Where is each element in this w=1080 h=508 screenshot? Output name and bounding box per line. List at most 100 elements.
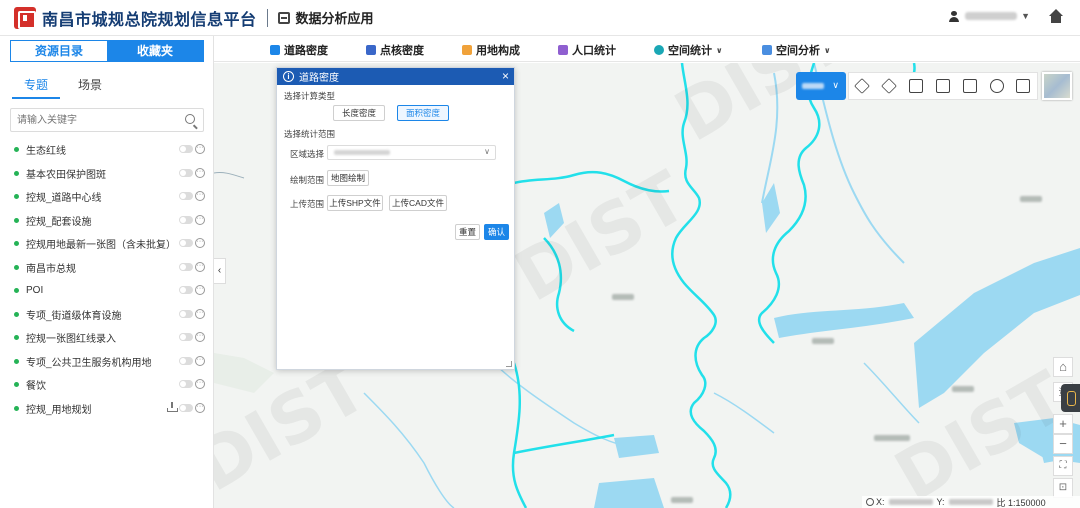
more-options-icon[interactable]: ··· (195, 402, 205, 413)
more-options-icon[interactable]: ··· (195, 261, 205, 272)
resize-handle[interactable] (506, 361, 512, 367)
more-options-icon[interactable]: ··· (195, 238, 205, 248)
coord-y-label: Y: (936, 497, 945, 507)
calc-type-label: 选择计算类型 (284, 91, 336, 101)
layer-stack-icon[interactable] (881, 78, 898, 94)
coordinate-scale-bar: X: Y: 比 1:150000 (862, 496, 1080, 508)
layer-item[interactable]: 控规_用地规划 ··· (0, 397, 214, 421)
more-options-icon[interactable]: ··· (195, 191, 205, 201)
measure-icon[interactable]: ⊡ (1053, 478, 1073, 498)
chevron-down-icon: ∨ (484, 147, 490, 156)
more-options-icon[interactable]: ··· (195, 214, 205, 225)
platform-title: 南昌市城规总院规划信息平台 (42, 11, 257, 29)
search-icon[interactable] (185, 114, 195, 124)
layer-visibility-toggle[interactable] (179, 333, 193, 341)
basemap-switcher[interactable] (1042, 72, 1072, 100)
upload-cad-button[interactable]: 上传CAD文件 (389, 195, 447, 211)
coord-y-value (948, 499, 993, 505)
length-density-button[interactable]: 长度密度 (333, 105, 385, 121)
more-options-icon[interactable]: ··· (195, 167, 205, 178)
more-options-icon[interactable]: ··· (195, 144, 205, 154)
upload-range-label: 上传范围 (290, 199, 325, 209)
toolbox-icon[interactable] (1016, 79, 1031, 93)
nav-population[interactable]: 人口统计 (558, 42, 616, 58)
layer-visibility-toggle[interactable] (179, 215, 193, 224)
fullscreen-icon[interactable]: ⛶ (1053, 456, 1073, 476)
population-icon (558, 45, 568, 55)
more-options-icon[interactable]: ··· (195, 379, 205, 389)
user-icon (949, 11, 960, 22)
layer-visibility-toggle[interactable] (179, 309, 193, 318)
confirm-button[interactable]: 确认 (484, 224, 509, 240)
upload-shp-button[interactable]: 上传SHP文件 (327, 195, 383, 211)
layer-visibility-toggle[interactable] (179, 262, 193, 271)
more-options-icon[interactable]: ··· (195, 285, 205, 295)
layer-item[interactable]: 专项_街道级体育设施 ··· (0, 303, 214, 327)
tab-favorites[interactable]: 收藏夹 (107, 41, 203, 61)
layer-item[interactable]: 南昌市总规 ··· (0, 256, 214, 280)
mouse-mode-icon[interactable] (1061, 384, 1080, 412)
layers-icon[interactable] (854, 78, 871, 94)
nav-point-density[interactable]: 点核密度 (366, 42, 424, 58)
layer-item[interactable]: 生态红线 ··· (0, 138, 214, 162)
info-icon[interactable] (989, 79, 1004, 93)
layer-item[interactable]: 控规一张图红线录入 ··· (0, 326, 214, 350)
layer-search-input[interactable] (17, 109, 177, 131)
layer-visibility-toggle[interactable] (179, 286, 193, 294)
app-name: 数据分析应用 (295, 11, 374, 26)
nav-label: 空间分析 (776, 45, 820, 57)
layer-label: 南昌市总规 (26, 263, 76, 275)
reset-button[interactable]: 重置 (455, 224, 480, 240)
layer-visibility-toggle[interactable] (179, 356, 193, 365)
nav-label: 点核密度 (380, 45, 424, 57)
layer-label: 专项_公共卫生服务机构用地 (26, 357, 152, 369)
nav-spatial-analysis[interactable]: 空间分析 ∨ (762, 42, 831, 58)
user-name-redacted (965, 12, 1018, 20)
coord-x-label: X: (876, 497, 885, 507)
more-options-icon[interactable]: ··· (195, 308, 205, 319)
chart-icon[interactable] (962, 79, 977, 93)
layer-visibility-toggle[interactable] (179, 192, 193, 200)
layer-label: 基本农田保护图斑 (26, 169, 106, 181)
split-view-icon[interactable] (909, 79, 924, 93)
layer-item[interactable]: 基本农田保护图斑 ··· (0, 162, 214, 186)
region-switch-dropdown[interactable]: ∨ (796, 72, 846, 100)
download-icon[interactable] (167, 401, 178, 412)
user-menu[interactable]: ▼ (949, 11, 1030, 22)
sidebar-collapse-button[interactable]: ‹ (214, 258, 226, 284)
layer-item[interactable]: POI ··· (0, 279, 214, 303)
zoom-in-button[interactable]: + (1053, 414, 1073, 434)
close-icon[interactable]: × (502, 69, 509, 83)
layer-item[interactable]: 控规用地最新一张图（含未批复） ··· (0, 232, 214, 256)
map-draw-button[interactable]: 地图绘制 (327, 170, 369, 186)
road-icon (270, 45, 280, 55)
layer-item[interactable]: 餐饮 ··· (0, 373, 214, 397)
subtab-topic[interactable]: 专题 (12, 76, 61, 99)
tab-resource-catalog[interactable]: 资源目录 (11, 41, 107, 61)
layer-visibility-toggle[interactable] (179, 145, 193, 153)
home-icon[interactable] (1048, 9, 1064, 25)
more-options-icon[interactable]: ··· (195, 332, 205, 342)
resource-sidebar: 资源目录 收藏夹 专题 场景 生态红线 ··· 基本农田保护图斑 ··· 控规_道路… (0, 36, 214, 508)
app-header: 南昌市城规总院规划信息平台 数据分析应用 ▼ (0, 0, 1080, 36)
region-select[interactable]: ∨ (327, 145, 496, 160)
home-extent-icon[interactable]: ⌂ (1053, 357, 1073, 377)
layer-item[interactable]: 控规_配套设施 ··· (0, 209, 214, 233)
compare-icon[interactable] (935, 79, 950, 93)
layer-visibility-toggle[interactable] (179, 403, 193, 412)
more-options-icon[interactable]: ··· (195, 355, 205, 366)
subtab-scene[interactable]: 场景 (78, 76, 102, 99)
nav-landuse[interactable]: 用地构成 (462, 42, 520, 58)
nav-spatial-stats[interactable]: 空间统计 ∨ (654, 42, 723, 58)
layer-visibility-toggle[interactable] (179, 239, 193, 247)
layer-item[interactable]: 专项_公共卫生服务机构用地 ··· (0, 350, 214, 374)
spatial-analysis-icon (762, 45, 772, 55)
area-density-button[interactable]: 面积密度 (397, 105, 449, 121)
nav-road-density[interactable]: 道路密度 (270, 42, 328, 58)
layer-visibility-toggle[interactable] (179, 380, 193, 388)
chevron-down-icon: ▼ (1021, 11, 1030, 21)
chevron-down-icon: ∨ (832, 80, 839, 90)
layer-item[interactable]: 控规_道路中心线 ··· (0, 185, 214, 209)
layer-visibility-toggle[interactable] (179, 168, 193, 177)
zoom-out-button[interactable]: − (1053, 434, 1073, 454)
